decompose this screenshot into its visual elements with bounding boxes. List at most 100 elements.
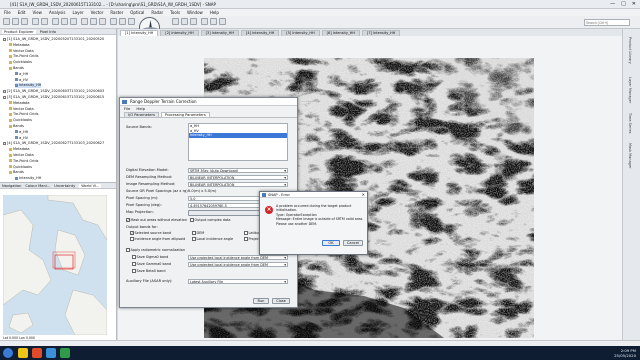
tab-uncertainty[interactable]: Uncertainty xyxy=(54,184,75,188)
snap-icon[interactable] xyxy=(46,348,56,358)
rotate-icon[interactable] xyxy=(172,18,179,25)
tab-product-explorer[interactable]: Product Explorer xyxy=(2,29,36,34)
folder-node[interactable]: Tie-Point Grids xyxy=(9,112,38,117)
source-bands-list[interactable]: σ_HH σ_HV Intensity_HH xyxy=(188,123,288,161)
gamma-source-select[interactable]: Use projected local incidence angle from… xyxy=(188,262,288,267)
ok-button[interactable]: OK xyxy=(322,240,340,246)
layer-manager-tab[interactable]: Layer Manager xyxy=(628,77,632,103)
sync-cursor-icon[interactable] xyxy=(190,18,197,25)
start-button[interactable] xyxy=(3,348,13,358)
menu-optical[interactable]: Optical xyxy=(130,10,144,15)
new-icon[interactable] xyxy=(3,18,10,25)
product-node[interactable]: [1] S1A_IW_GRDH_1SDV_20200520T133101_202… xyxy=(3,37,104,42)
select-icon[interactable] xyxy=(81,18,88,25)
redo-icon[interactable] xyxy=(41,18,48,25)
save-sigma-checkbox[interactable]: Save Sigma0 band xyxy=(132,255,168,259)
pin-icon[interactable] xyxy=(99,18,106,25)
sigma-source-select[interactable]: Use projected local incidence angle from… xyxy=(188,255,288,260)
selected-source-checkbox[interactable]: ✓Selected source band xyxy=(130,231,171,235)
folder-node[interactable]: Vector Data xyxy=(9,153,34,158)
zoom-out-icon[interactable] xyxy=(61,18,68,25)
radiometric-checkbox[interactable]: Apply radiometric normalization xyxy=(126,248,185,252)
tab-navigation[interactable]: Navigation xyxy=(2,184,21,188)
browser-icon[interactable] xyxy=(32,348,42,358)
open-icon[interactable] xyxy=(12,18,19,25)
menu-raster[interactable]: Raster xyxy=(110,10,123,15)
close-icon[interactable]: ✕ xyxy=(362,192,365,198)
spreadsheet-icon[interactable] xyxy=(60,348,70,358)
menu-analysis[interactable]: Analysis xyxy=(49,10,65,15)
menu-window[interactable]: Window xyxy=(187,10,203,15)
folder-node[interactable]: Vector Data xyxy=(9,49,34,54)
band-node[interactable]: σ_HH xyxy=(15,130,28,135)
folder-node[interactable]: Quicklooks xyxy=(9,60,32,65)
statistics-icon[interactable] xyxy=(210,18,217,25)
maximize-button[interactable]: □ xyxy=(621,1,626,7)
band-node[interactable]: Intensity_HH xyxy=(15,176,41,181)
product-library-tab[interactable]: Product Library xyxy=(628,37,632,64)
product-node[interactable]: [2] S1A_IW_GRDH_1SDV_20200603T133102_202… xyxy=(3,89,104,94)
band-node[interactable]: σ_HH xyxy=(15,72,28,77)
dem-select[interactable]: SRTM 3Sec (Auto Download) xyxy=(188,168,288,173)
local-incidence-checkbox[interactable]: Local incidence angle xyxy=(192,237,233,241)
menu-tools[interactable]: Tools xyxy=(170,10,180,15)
menu-layer[interactable]: Layer xyxy=(72,10,83,15)
sync-views-icon[interactable] xyxy=(181,18,188,25)
menu-edit[interactable]: Edit xyxy=(18,10,26,15)
close-window-button[interactable]: ✕ xyxy=(632,1,636,7)
image-resampling-select[interactable]: BILINEAR_INTERPOLATION xyxy=(188,182,288,187)
save-icon[interactable] xyxy=(21,18,28,25)
close-dialog-button[interactable]: Close xyxy=(272,298,290,304)
complex-checkbox[interactable]: Output complex data xyxy=(190,218,230,222)
save-gamma-checkbox[interactable]: Save Gamma0 band xyxy=(132,262,171,266)
dem-resampling-select[interactable]: BILINEAR_INTERPOLATION xyxy=(188,175,288,180)
folder-node[interactable]: Metadata xyxy=(9,43,30,48)
band-node[interactable]: σ_HV xyxy=(15,136,28,141)
folder-node[interactable]: Tie-Point Grids xyxy=(9,54,38,59)
menu-file[interactable]: File xyxy=(4,10,11,15)
file-explorer-icon[interactable] xyxy=(18,348,28,358)
folder-node[interactable]: Tie-Point Grids xyxy=(9,159,38,164)
tab-world-view[interactable]: World Vi... xyxy=(79,183,102,188)
list-item[interactable]: Intensity_HH xyxy=(189,133,287,138)
product-node[interactable]: [4] S1A_IW_GRDH_1SDV_20200627T133103_202… xyxy=(3,141,104,146)
run-button[interactable]: Run xyxy=(253,298,269,304)
graph-builder-icon[interactable] xyxy=(119,18,126,25)
folder-node[interactable]: Metadata xyxy=(9,147,30,152)
folder-node[interactable]: Bands xyxy=(9,124,24,129)
folder-node[interactable]: Metadata xyxy=(9,101,30,106)
profile-icon[interactable] xyxy=(219,18,226,25)
batch-icon[interactable] xyxy=(128,18,135,25)
band-node[interactable]: Intensity_HH xyxy=(15,83,42,89)
search-input[interactable] xyxy=(584,19,630,26)
menu-help[interactable]: Help xyxy=(210,10,219,15)
cancel-button[interactable]: Cancel xyxy=(343,240,363,246)
menu-vector[interactable]: Vector xyxy=(91,10,104,15)
menu-view[interactable]: View xyxy=(32,10,42,15)
save-beta-checkbox[interactable]: Save Beta0 band xyxy=(132,269,166,273)
tab-processing-parameters[interactable]: Processing Parameters xyxy=(160,112,210,117)
time-series-tab[interactable]: Time Series xyxy=(628,113,632,133)
undo-icon[interactable] xyxy=(32,18,39,25)
range-finder-icon[interactable] xyxy=(90,18,97,25)
folder-node[interactable]: Quicklooks xyxy=(9,118,32,123)
dem-checkbox[interactable]: DEM xyxy=(192,231,204,235)
pan-icon[interactable] xyxy=(70,18,77,25)
folder-node[interactable]: Bands xyxy=(9,170,24,175)
minimize-button[interactable]: — xyxy=(610,1,615,7)
folder-node[interactable]: Quicklooks xyxy=(9,165,32,170)
incidence-ellipsoid-checkbox[interactable]: Incidence angle from ellipsoid xyxy=(130,237,185,241)
tab-pixel-info[interactable]: Pixel Info xyxy=(40,30,56,34)
world-map[interactable] xyxy=(3,195,107,335)
gcp-icon[interactable] xyxy=(110,18,117,25)
histogram-icon[interactable] xyxy=(201,18,208,25)
tab-io-parameters[interactable]: I/O Parameters xyxy=(124,112,159,117)
aux-file-select[interactable]: Latest Auxiliary File xyxy=(188,279,288,284)
product-node[interactable]: [3] S1A_IW_GRDH_1SDV_20200615T133102_202… xyxy=(3,95,104,100)
menu-radar[interactable]: Radar xyxy=(151,10,163,15)
tab-colour-manipulation[interactable]: Colour Mani... xyxy=(25,184,50,188)
mask-manager-tab[interactable]: Mask Manager xyxy=(628,143,632,168)
mask-checkbox[interactable]: ✓Mask out areas without elevation xyxy=(126,218,187,222)
folder-node[interactable]: Bands xyxy=(9,66,24,71)
band-node[interactable]: σ_HV xyxy=(15,78,28,83)
